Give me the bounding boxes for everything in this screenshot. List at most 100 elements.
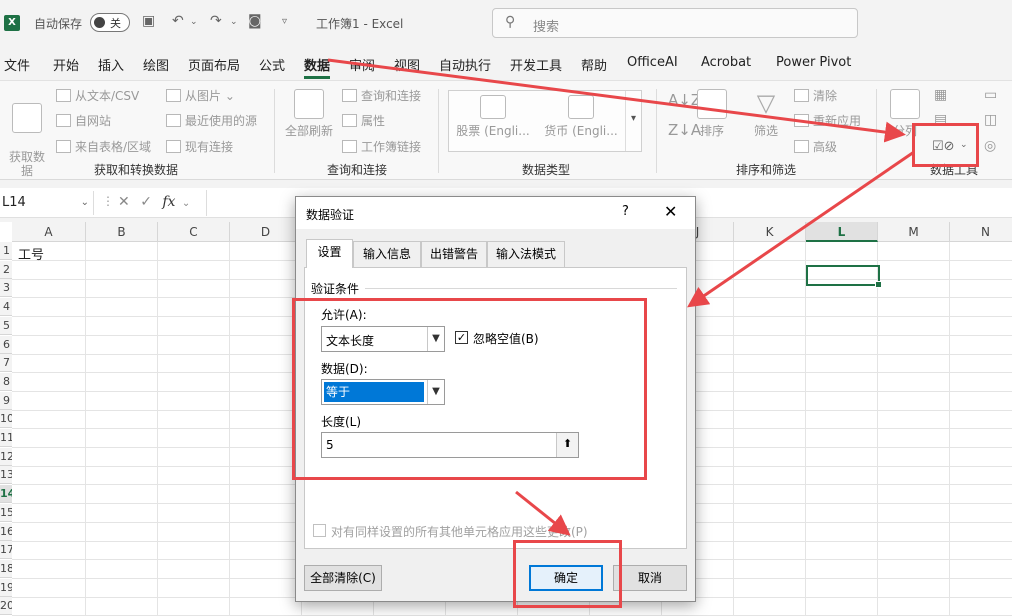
from-table-button[interactable]: 来自表格/区域 [56, 138, 151, 155]
autosave-toggle[interactable]: 关 [90, 13, 130, 32]
undo-icon[interactable]: ↶ [172, 13, 184, 29]
filter-button[interactable]: ▽ 筛选 [750, 89, 782, 139]
row-header-5[interactable]: 5 [0, 316, 12, 335]
gallery-expand-icon[interactable]: ▾ [625, 91, 641, 151]
properties-button[interactable]: 属性 [342, 112, 385, 129]
data-model-icon[interactable]: ◎ [984, 138, 996, 154]
row-header-15[interactable]: 15 [0, 503, 12, 522]
tab-officeai[interactable]: OfficeAI [627, 55, 678, 70]
tab-automate[interactable]: 自动执行 [439, 55, 491, 74]
camera-icon[interactable]: ◙ [248, 13, 262, 29]
sort-button[interactable]: 排序 [696, 89, 728, 139]
cancel-button[interactable]: 取消 [613, 565, 687, 591]
get-data-button[interactable]: 获取数 据 [8, 89, 46, 178]
column-header-n[interactable]: N [950, 222, 1012, 242]
stocks-button[interactable]: 股票 (Engli... [453, 95, 533, 139]
customize-toolbar-icon[interactable]: ▿ [282, 16, 287, 27]
row-header-2[interactable]: 2 [0, 260, 12, 279]
advanced-filter-button[interactable]: 高级 [794, 138, 837, 155]
selected-cell-l14[interactable] [806, 265, 882, 288]
row-header-4[interactable]: 4 [0, 298, 12, 317]
tab-review[interactable]: 审阅 [349, 55, 375, 74]
tab-draw[interactable]: 绘图 [143, 55, 169, 74]
name-box[interactable]: L14 ⌄ [0, 191, 94, 215]
tab-ime-mode[interactable]: 输入法模式 [487, 241, 565, 267]
from-text-csv-label: 从文本/CSV [75, 89, 140, 103]
enter-icon[interactable]: ✓ [140, 194, 152, 210]
tab-settings[interactable]: 设置 [306, 239, 353, 268]
tab-insert[interactable]: 插入 [98, 55, 124, 74]
tab-formulas[interactable]: 公式 [259, 55, 285, 74]
from-picture-button[interactable]: 从图片 ⌄ [166, 87, 235, 104]
column-header-b[interactable]: B [86, 222, 158, 242]
row-header-3[interactable]: 3 [0, 279, 12, 298]
tab-power-pivot[interactable]: Power Pivot [776, 55, 851, 70]
row-header-12[interactable]: 12 [0, 447, 12, 466]
refresh-all-button[interactable]: 全部刷新 [282, 89, 336, 139]
workbook-links-button[interactable]: 工作簿链接 [342, 138, 421, 155]
row-header-17[interactable]: 17 [0, 541, 12, 560]
column-header-d[interactable]: D [230, 222, 302, 242]
tab-error-alert[interactable]: 出错警告 [421, 241, 487, 267]
row-header-11[interactable]: 11 [0, 429, 12, 447]
row-header-7[interactable]: 7 [0, 354, 12, 373]
filter-label: 筛选 [753, 124, 778, 138]
row-header-19[interactable]: 19 [0, 578, 12, 597]
get-data-label: 获取数 据 [8, 150, 45, 178]
insert-function-icon[interactable]: fx [162, 194, 175, 210]
what-if-icon[interactable]: ◫ [984, 112, 997, 128]
section-divider [365, 288, 677, 289]
row-header-20[interactable]: 20 [0, 597, 12, 616]
undo-dropdown-icon[interactable]: ⌄ [190, 17, 198, 27]
row-header-16[interactable]: 16 [0, 522, 12, 541]
search-box[interactable]: ⚲ 搜索 [492, 8, 858, 38]
consolidate-icon[interactable]: ▭ [984, 87, 997, 103]
row-header-14[interactable]: 14 [0, 485, 12, 504]
currency-button[interactable]: 货币 (Engli... [541, 95, 621, 139]
row-header-9[interactable]: 9 [0, 391, 12, 410]
clear-filter-button[interactable]: 清除 [794, 87, 837, 104]
tab-developer[interactable]: 开发工具 [510, 55, 562, 74]
column-header-c[interactable]: C [158, 222, 230, 242]
row-header-18[interactable]: 18 [0, 559, 12, 578]
tab-acrobat[interactable]: Acrobat [701, 55, 751, 70]
redo-icon[interactable]: ↷ [210, 13, 222, 29]
currency-icon [568, 95, 594, 119]
reapply-button[interactable]: 重新应用 [794, 112, 861, 129]
column-header-a[interactable]: A [12, 222, 86, 242]
flash-fill-icon[interactable]: ▦ [934, 87, 947, 103]
tab-page-layout[interactable]: 页面布局 [188, 55, 240, 74]
apply-all-checkbox[interactable] [313, 524, 326, 537]
row-header-10[interactable]: 10 [0, 410, 12, 429]
function-dropdown-icon[interactable]: ⌄ [182, 198, 190, 209]
row-header-13[interactable]: 13 [0, 466, 12, 485]
name-box-dropdown-icon[interactable]: ⌄ [81, 191, 89, 215]
tab-input-message[interactable]: 输入信息 [353, 241, 421, 267]
row-header-6[interactable]: 6 [0, 335, 12, 354]
existing-connections-button[interactable]: 现有连接 [166, 138, 233, 155]
queries-connections-button[interactable]: 查询和连接 [342, 87, 421, 104]
tab-home[interactable]: 开始 [53, 55, 79, 74]
from-web-button[interactable]: 自网站 [56, 112, 111, 129]
tab-file[interactable]: 文件 [4, 55, 30, 74]
row-header-1[interactable]: 1 [0, 242, 12, 260]
help-button[interactable]: ? [622, 204, 629, 219]
save-icon[interactable]: ▣ [142, 13, 155, 29]
split-columns-icon [890, 89, 920, 119]
close-button[interactable]: ✕ [664, 202, 677, 221]
dialog-title-bar[interactable]: 数据验证 ? ✕ [296, 197, 695, 229]
more-options-icon[interactable]: ⋮ [102, 194, 114, 208]
tab-data[interactable]: 数据 [304, 55, 331, 79]
column-header-l[interactable]: L [806, 222, 878, 242]
row-header-8[interactable]: 8 [0, 372, 12, 391]
tab-view[interactable]: 视图 [394, 55, 420, 74]
cancel-icon[interactable]: ✕ [118, 194, 130, 210]
clear-all-button[interactable]: 全部清除(C) [304, 565, 382, 591]
recent-sources-button[interactable]: 最近使用的源 [166, 112, 257, 129]
column-header-k[interactable]: K [734, 222, 806, 242]
tab-help[interactable]: 帮助 [581, 55, 607, 74]
from-text-csv-button[interactable]: 从文本/CSV [56, 87, 139, 104]
cell-a1[interactable]: 工号 [18, 244, 44, 263]
redo-dropdown-icon[interactable]: ⌄ [230, 17, 238, 27]
column-header-m[interactable]: M [878, 222, 950, 242]
